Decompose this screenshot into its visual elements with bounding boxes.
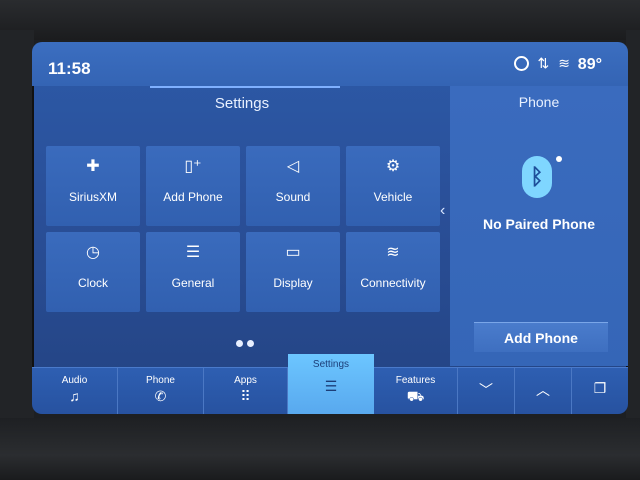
nav-phone[interactable]: Phone ✆ bbox=[118, 368, 204, 414]
page-indicator[interactable] bbox=[236, 340, 254, 347]
tile-sound[interactable]: ◁ Sound bbox=[246, 146, 340, 226]
scroll-down-button[interactable]: ﹀ bbox=[458, 368, 515, 414]
bluetooth-indicator-dot bbox=[556, 156, 562, 162]
bluetooth-icon: ᛒ bbox=[522, 156, 552, 198]
add-phone-icon: ▯⁺ bbox=[184, 158, 202, 175]
scroll-up-button[interactable]: ︿ bbox=[515, 368, 572, 414]
page-dot bbox=[247, 340, 254, 347]
phone-icon: ✆ bbox=[154, 388, 167, 404]
car-icon: ⛟ bbox=[406, 388, 425, 404]
vehicle-settings-icon: ⚙ bbox=[385, 158, 401, 175]
tile-label: Sound bbox=[275, 190, 311, 204]
tile-clock[interactable]: ◷ Clock bbox=[46, 232, 140, 312]
tile-connectivity[interactable]: ≋ Connectivity bbox=[346, 232, 440, 312]
tile-label: Vehicle bbox=[373, 190, 413, 204]
chevron-down-icon: ﹀ bbox=[479, 382, 493, 398]
phone-panel-title: Phone bbox=[518, 94, 560, 110]
tile-label: Connectivity bbox=[360, 276, 426, 290]
signal-icon: ⇅ bbox=[537, 55, 550, 71]
display-icon: ▭ bbox=[285, 244, 301, 261]
wifi-icon: ≋ bbox=[558, 55, 570, 71]
siri-ring-icon bbox=[513, 56, 529, 71]
page-dot bbox=[236, 340, 243, 347]
bezel-right bbox=[626, 30, 640, 430]
tile-label: SiriusXM bbox=[68, 190, 117, 204]
wifi-icon: ≋ bbox=[386, 244, 400, 261]
tile-add-phone[interactable]: ▯⁺ Add Phone bbox=[146, 146, 240, 226]
nav-label: Settings bbox=[312, 359, 350, 370]
tile-label: Add Phone bbox=[163, 190, 223, 204]
copy-icon: ❐ bbox=[593, 380, 607, 396]
nav-settings[interactable]: Settings ☰ bbox=[288, 354, 374, 414]
tile-siriusxm[interactable]: ✚ SiriusXM bbox=[46, 146, 140, 226]
infotainment-screen: 11:58 ⇅ ≋ 89° Settings ✚ SiriusXM ▯⁺ Add… bbox=[32, 42, 628, 414]
nav-label: Phone bbox=[146, 375, 175, 386]
sliders-icon: ☰ bbox=[185, 244, 201, 261]
bezel-left bbox=[0, 30, 34, 430]
nav-label: Features bbox=[395, 375, 436, 386]
phone-panel: Phone ᛒ No Paired Phone Add Phone bbox=[450, 86, 628, 366]
tile-general[interactable]: ☰ General bbox=[146, 232, 240, 312]
settings-sliders-icon: ☰ bbox=[324, 378, 338, 394]
bezel-bottom bbox=[0, 418, 640, 480]
clock-icon: ◷ bbox=[86, 244, 100, 261]
status-bar: 11:58 ⇅ ≋ 89° bbox=[32, 42, 628, 86]
nav-apps[interactable]: Apps ⠿ bbox=[204, 368, 288, 414]
nav-label: Apps bbox=[234, 375, 257, 386]
outside-temperature: 89° bbox=[577, 56, 602, 73]
chevron-up-icon: ︿ bbox=[536, 382, 550, 398]
chevron-left-icon[interactable]: ‹ bbox=[440, 202, 445, 220]
bottom-nav-bar: Audio ♫ Phone ✆ Apps ⠿ Settings ☰ Featur… bbox=[32, 354, 628, 414]
copy-button[interactable]: ❐ bbox=[572, 368, 628, 414]
apps-grid-icon: ⠿ bbox=[240, 388, 251, 404]
nav-audio[interactable]: Audio ♫ bbox=[32, 368, 118, 414]
settings-title-underline bbox=[150, 86, 340, 88]
tile-vehicle[interactable]: ⚙ Vehicle bbox=[346, 146, 440, 226]
nav-features[interactable]: Features ⛟ bbox=[374, 368, 458, 414]
nav-label: Audio bbox=[61, 375, 88, 386]
music-note-icon: ♫ bbox=[69, 388, 80, 404]
tile-label: General bbox=[171, 276, 215, 290]
tile-label: Clock bbox=[77, 276, 108, 290]
add-phone-button[interactable]: Add Phone bbox=[474, 322, 608, 352]
speaker-icon: ◁ bbox=[286, 158, 300, 175]
tile-display[interactable]: ▭ Display bbox=[246, 232, 340, 312]
tile-label: Display bbox=[273, 276, 313, 290]
satellite-icon: ✚ bbox=[86, 158, 100, 175]
clock-time: 11:58 bbox=[48, 59, 91, 78]
page-title: Settings bbox=[214, 95, 270, 112]
bezel-top bbox=[0, 0, 640, 40]
status-icons: ⇅ ≋ bbox=[513, 55, 570, 72]
phone-status: No Paired Phone bbox=[482, 216, 596, 232]
